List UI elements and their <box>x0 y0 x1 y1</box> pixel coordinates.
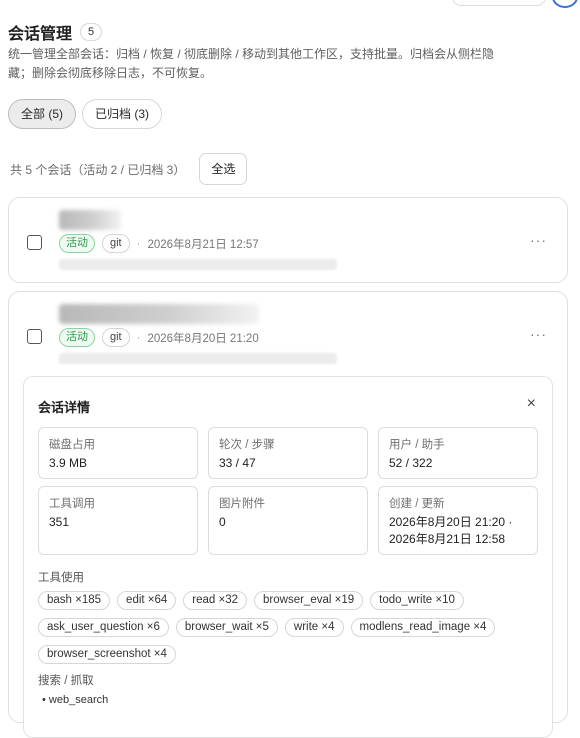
tag-badge: git <box>102 328 130 347</box>
session-time: 2026年8月21日 12:57 <box>147 238 259 251</box>
stat-value: 0 <box>219 515 226 529</box>
session-preview-redacted <box>59 259 337 270</box>
filter-tabs: 全部 (5) 已归档 (3) <box>8 99 163 129</box>
session-count-badge: 5 <box>80 23 103 41</box>
stat-image-attachments: 图片附件 0 <box>208 486 368 555</box>
search-item: • web_search <box>42 694 109 706</box>
stat-turns-steps: 轮次 / 步骤 33 / 47 <box>208 427 368 479</box>
page-title: 会话管理 <box>8 26 73 43</box>
filter-all[interactable]: 全部 (5) <box>8 99 77 129</box>
session-detail-panel: 会话详情 × 磁盘占用 3.9 MB 轮次 / 步骤 33 / 47 用户 / … <box>23 376 553 738</box>
tools-section-label: 工具使用 <box>38 572 84 584</box>
top-avatar-button[interactable] <box>552 0 578 8</box>
search-item-label: web_search <box>48 694 109 706</box>
stat-value: 33 / 47 <box>219 456 256 470</box>
tool-usage-list: bash ×185 edit ×64 read ×32 browser_eval… <box>38 591 538 664</box>
session-card-expanded[interactable]: 活动 git · 2026年8月20日 21:20 ··· 会话详情 × 磁盘占… <box>8 291 568 738</box>
tool-chip: ask_user_question ×6 <box>38 618 169 637</box>
meta-separator: · <box>136 237 141 250</box>
close-icon[interactable]: × <box>527 395 536 413</box>
session-checkbox[interactable] <box>27 329 42 344</box>
session-checkbox[interactable] <box>27 235 42 250</box>
tool-chip: browser_wait ×5 <box>175 618 278 637</box>
tag-badge: git <box>102 234 130 253</box>
stat-value: 3.9 MB <box>49 456 88 470</box>
stat-label: 图片附件 <box>219 498 265 510</box>
tool-chip: bash ×185 <box>38 591 111 610</box>
more-options-icon[interactable]: ··· <box>530 326 547 342</box>
stat-created-updated: 创建 / 更新 2026年8月20日 21:20 · 2026年8月21日 12… <box>378 486 538 555</box>
stat-user-assistant: 用户 / 助手 52 / 322 <box>378 427 538 479</box>
meta-separator: · <box>136 331 141 344</box>
stat-value: 351 <box>49 515 70 529</box>
page-description: 统一管理全部会话：归档 / 恢复 / 彻底删除 / 移动到其他工作区，支持批量。… <box>8 47 495 80</box>
tool-chip: edit ×64 <box>117 591 177 610</box>
tool-chip: browser_eval ×19 <box>254 591 364 610</box>
session-meta: 活动 git · 2026年8月20日 21:20 <box>59 328 259 347</box>
stat-tool-calls: 工具调用 351 <box>38 486 198 555</box>
filter-archived[interactable]: 已归档 (3) <box>82 99 163 129</box>
tool-chip: read ×32 <box>183 591 248 610</box>
stat-label: 用户 / 助手 <box>389 439 445 451</box>
search-section-label: 搜索 / 抓取 <box>38 675 94 687</box>
stat-label: 创建 / 更新 <box>389 498 445 510</box>
tool-chip: modlens_read_image ×4 <box>350 618 496 637</box>
stat-disk-usage: 磁盘占用 3.9 MB <box>38 427 198 479</box>
tool-chip: browser_screenshot ×4 <box>38 645 176 664</box>
more-options-icon[interactable]: ··· <box>530 232 547 248</box>
session-title-redacted <box>59 210 121 230</box>
summary-row: 共 5 个会话（活动 2 / 已归档 3） 全选 <box>10 153 248 185</box>
session-card[interactable]: 活动 git · 2026年8月21日 12:57 ··· <box>8 197 568 283</box>
stat-label: 磁盘占用 <box>49 439 95 451</box>
page-header: 会话管理 5 <box>8 20 103 44</box>
session-title-redacted <box>59 304 259 324</box>
select-all-button[interactable]: 全选 <box>199 153 248 185</box>
status-badge: 活动 <box>59 234 95 253</box>
stat-label: 轮次 / 步骤 <box>219 439 275 451</box>
session-time: 2026年8月20日 21:20 <box>147 332 259 345</box>
tool-chip: todo_write ×10 <box>370 591 464 610</box>
session-meta: 活动 git · 2026年8月21日 12:57 <box>59 234 259 253</box>
tool-chip: write ×4 <box>284 618 344 637</box>
stat-value: 2026年8月20日 21:20 · 2026年8月21日 12:58 <box>389 515 513 546</box>
session-summary: 共 5 个会话（活动 2 / 已归档 3） <box>10 162 186 177</box>
stat-value: 52 / 322 <box>389 456 433 470</box>
detail-title: 会话详情 <box>38 400 91 415</box>
stat-label: 工具调用 <box>49 498 95 510</box>
top-toolbar-button[interactable] <box>452 0 546 6</box>
status-badge: 活动 <box>59 328 95 347</box>
session-preview-redacted <box>59 353 337 364</box>
